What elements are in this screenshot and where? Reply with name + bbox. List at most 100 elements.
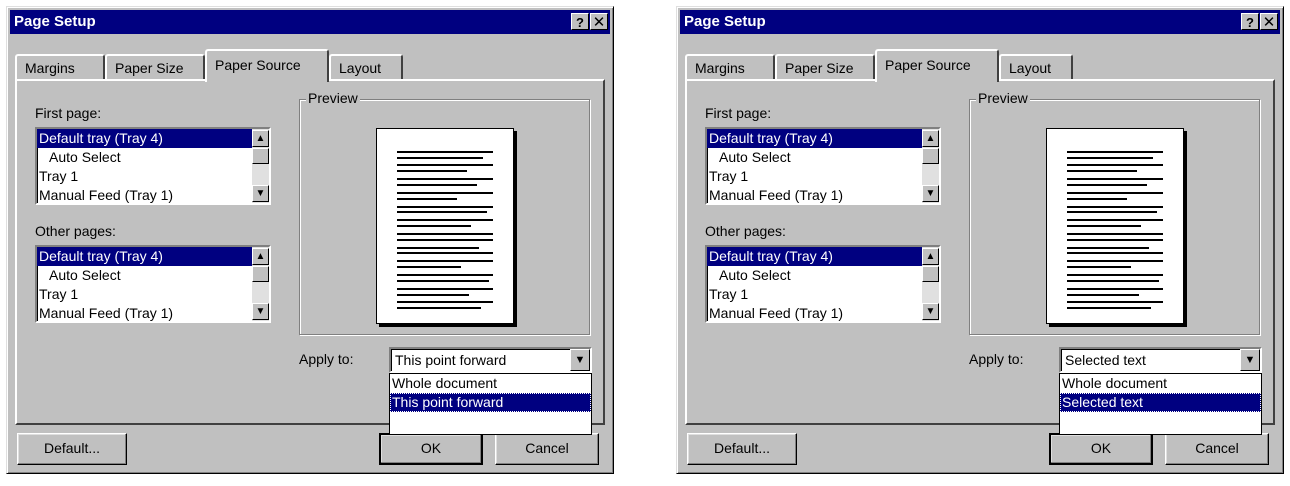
preview-text-line [1067,178,1163,181]
preview-label: Preview [306,90,360,106]
dropdown-arrow-icon[interactable]: ▼ [570,349,590,371]
other-pages-label: Other pages: [35,223,116,239]
tab-paper-size[interactable]: Paper Size [775,54,875,80]
preview-text-line [397,170,467,173]
scroll-down-arrow-icon[interactable]: ▼ [252,185,269,202]
default-button[interactable]: Default... [17,433,127,465]
first-page-scrollbar[interactable]: ▲ ▼ [922,129,939,203]
list-item[interactable]: Manual Feed (Tray 1) [707,186,939,203]
other-pages-label: Other pages: [705,223,786,239]
preview-text-line [397,307,481,310]
page-setup-dialog-1: Page Setup ? ✕ Margins Paper Size Paper … [6,6,614,474]
preview-text-line [1067,273,1163,276]
other-pages-listbox[interactable]: Default tray (Tray 4) Auto Select Tray 1… [705,245,941,323]
apply-to-dropdown-list: Whole document Selected text [1059,373,1262,435]
list-item[interactable]: Default tray (Tray 4) [707,247,939,266]
preview-text-line [1067,293,1139,296]
close-button[interactable]: ✕ [590,13,608,31]
tab-layout[interactable]: Layout [999,54,1073,80]
list-item[interactable]: Manual Feed (Tray 1) [37,186,269,203]
preview-text-line [397,150,493,153]
list-item[interactable]: Auto Select [707,148,939,167]
apply-to-value: This point forward [395,352,507,368]
preview-text-line [397,197,457,200]
tab-paper-source[interactable]: Paper Source [205,49,329,82]
tab-margins[interactable]: Margins [15,54,105,80]
apply-to-combobox[interactable]: Selected text ▼ [1059,347,1262,373]
apply-to-option-whole-document[interactable]: Whole document [1060,374,1261,393]
preview-text-line [397,266,461,269]
list-item[interactable]: Manual Feed (Tray 1) [37,304,269,321]
paper-source-panel: First page: Default tray (Tray 4) Auto S… [15,79,605,435]
scroll-down-arrow-icon[interactable]: ▼ [922,303,939,320]
preview-text-line [397,225,471,228]
list-item[interactable]: Default tray (Tray 4) [37,129,269,148]
list-item[interactable]: Auto Select [37,148,269,167]
apply-to-option-whole-document[interactable]: Whole document [390,374,591,393]
list-item[interactable]: Default tray (Tray 4) [37,247,269,266]
list-item[interactable]: Auto Select [37,266,269,285]
apply-to-option-this-point-forward[interactable]: This point forward [390,393,591,412]
list-item[interactable]: Tray 1 [37,285,269,304]
scroll-thumb[interactable] [922,148,939,164]
cancel-button[interactable]: Cancel [495,433,599,465]
list-item[interactable]: Manual Feed (Tray 1) [707,304,939,321]
ok-button[interactable]: OK [1049,433,1153,465]
tab-paper-source[interactable]: Paper Source [875,49,999,82]
preview-text-line [1067,279,1159,282]
apply-to-option-selected-text[interactable]: Selected text [1060,393,1261,412]
dropdown-arrow-icon[interactable]: ▼ [1240,349,1260,371]
close-button[interactable]: ✕ [1260,13,1278,31]
scroll-thumb[interactable] [922,266,939,282]
cancel-button[interactable]: Cancel [1165,433,1269,465]
scroll-up-arrow-icon[interactable]: ▲ [922,248,939,265]
first-page-listbox[interactable]: Default tray (Tray 4) Auto Select Tray 1… [705,127,941,205]
help-button[interactable]: ? [1241,13,1259,30]
scroll-thumb[interactable] [252,266,269,282]
title-bar: Page Setup ? ✕ [10,10,610,34]
list-item[interactable]: Auto Select [707,266,939,285]
other-pages-scrollbar[interactable]: ▲ ▼ [252,247,269,321]
preview-text-line [397,246,479,249]
dialog-title: Page Setup [14,13,96,30]
list-item[interactable]: Tray 1 [707,285,939,304]
first-page-listbox[interactable]: Default tray (Tray 4) Auto Select Tray 1… [35,127,271,205]
preview-text-line [1067,238,1163,241]
preview-text-line [397,184,477,187]
preview-group: Preview [969,90,1260,335]
list-item[interactable]: Tray 1 [37,167,269,186]
tab-paper-size[interactable]: Paper Size [105,54,205,80]
scroll-down-arrow-icon[interactable]: ▼ [252,303,269,320]
page-preview [376,128,514,324]
first-page-label: First page: [705,105,772,121]
scroll-up-arrow-icon[interactable]: ▲ [252,130,269,147]
preview-text-line [1067,219,1163,222]
preview-text-line [1067,191,1163,194]
preview-text-line [1067,260,1163,263]
dialog-title: Page Setup [684,13,766,30]
title-bar: Page Setup ? ✕ [680,10,1280,34]
help-button[interactable]: ? [571,13,589,30]
apply-to-value: Selected text [1065,352,1146,368]
first-page-scrollbar[interactable]: ▲ ▼ [252,129,269,203]
preview-text-line [397,205,493,208]
scroll-down-arrow-icon[interactable]: ▼ [922,185,939,202]
scroll-up-arrow-icon[interactable]: ▲ [252,248,269,265]
ok-button[interactable]: OK [379,433,483,465]
scroll-thumb[interactable] [252,148,269,164]
tab-layout[interactable]: Layout [329,54,403,80]
list-item[interactable]: Default tray (Tray 4) [707,129,939,148]
preview-text-line [397,219,493,222]
preview-text-line [1067,246,1149,249]
preview-text-line [397,252,493,255]
other-pages-scrollbar[interactable]: ▲ ▼ [922,247,939,321]
apply-to-label: Apply to: [299,351,354,367]
list-item[interactable]: Tray 1 [707,167,939,186]
scroll-up-arrow-icon[interactable]: ▲ [922,130,939,147]
apply-to-combobox[interactable]: This point forward ▼ [389,347,592,373]
default-button[interactable]: Default... [687,433,797,465]
tab-margins[interactable]: Margins [685,54,775,80]
preview-text-line [397,164,493,167]
preview-label: Preview [976,90,1030,106]
other-pages-listbox[interactable]: Default tray (Tray 4) Auto Select Tray 1… [35,245,271,323]
